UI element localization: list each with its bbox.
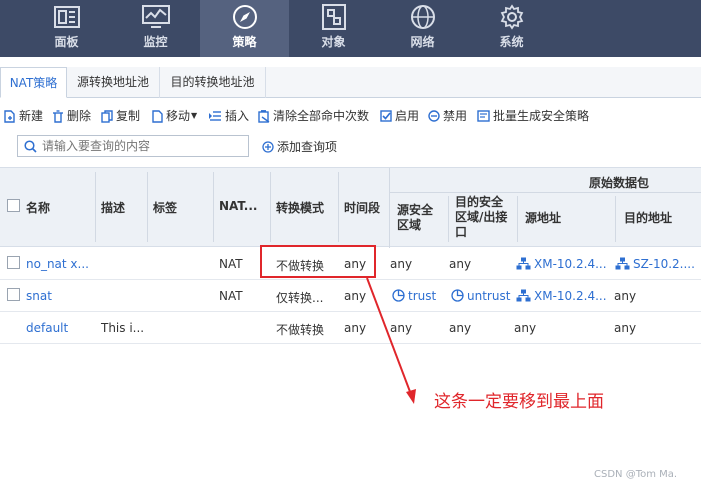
annotation-arrow [366,277,416,404]
annotation-text: 这条一定要移到最上面 [434,392,604,412]
watermark: CSDN @Tom Ma. [594,469,678,480]
